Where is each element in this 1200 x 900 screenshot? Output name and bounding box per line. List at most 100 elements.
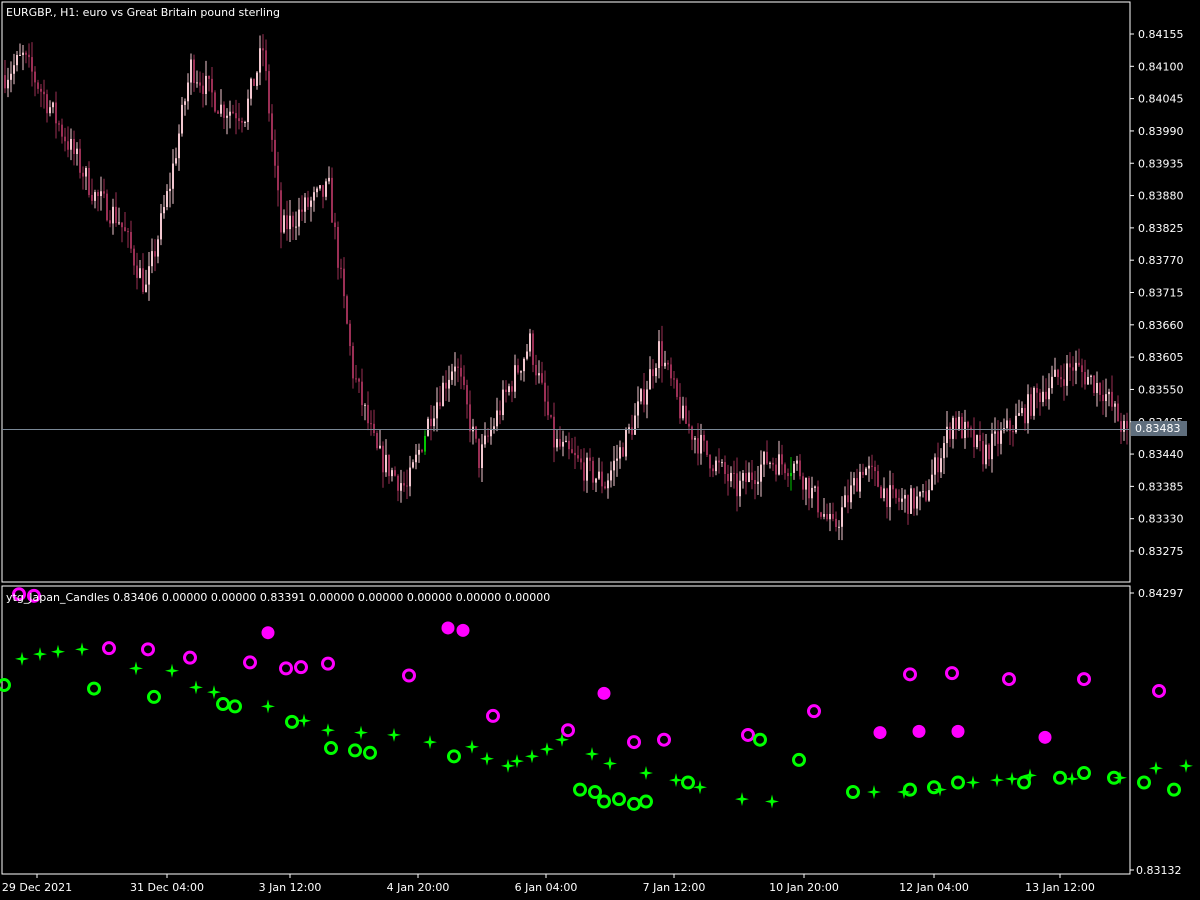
candle-body xyxy=(634,415,636,435)
candle-body xyxy=(355,378,357,380)
candle-body xyxy=(646,389,648,405)
candle-body xyxy=(1087,376,1089,385)
candle-body xyxy=(337,226,339,268)
candle-body xyxy=(238,118,240,122)
candle-body xyxy=(631,427,633,435)
candle-body xyxy=(934,457,936,475)
candle-body xyxy=(826,514,828,520)
candle-body xyxy=(202,85,204,94)
candle-body xyxy=(439,402,441,407)
candle-body xyxy=(841,507,843,527)
candle-body xyxy=(34,71,36,83)
price-tick-label: 0.83275 xyxy=(1138,545,1184,558)
price-tick-label: 0.83880 xyxy=(1138,190,1184,203)
candle-body xyxy=(187,82,189,102)
candle-body xyxy=(955,417,957,430)
candle-body xyxy=(4,75,6,89)
candle-body xyxy=(289,215,291,230)
candle-body xyxy=(193,59,195,83)
candle-body xyxy=(250,78,252,99)
candle-body xyxy=(580,458,582,463)
price-tick-label: 0.83330 xyxy=(1138,513,1184,526)
candle-body xyxy=(73,138,75,155)
candle-body xyxy=(1060,377,1062,380)
candle-body xyxy=(22,52,24,55)
price-tick-label: 0.83440 xyxy=(1138,448,1184,461)
trading-chart[interactable]: EURGBP., H1: euro vs Great Britain pound… xyxy=(0,0,1200,900)
candle-body xyxy=(637,401,639,416)
candle-body xyxy=(571,449,573,453)
candle-body xyxy=(976,435,978,448)
candle-body xyxy=(268,71,270,114)
candle-body xyxy=(733,472,735,474)
price-tick-label: 0.83660 xyxy=(1138,319,1184,332)
candle-body xyxy=(727,473,729,482)
candle-body xyxy=(160,213,162,240)
candle-body xyxy=(1096,382,1098,393)
candle-body xyxy=(931,474,933,491)
candle-body xyxy=(127,231,129,233)
candle-body xyxy=(1021,407,1023,414)
candle-body xyxy=(640,389,642,402)
candle-body xyxy=(859,471,861,492)
candle-body xyxy=(673,378,675,380)
candle-body xyxy=(661,341,663,367)
candle-body xyxy=(262,48,264,51)
candle-body xyxy=(70,138,72,150)
candle-body xyxy=(619,447,621,459)
candle-body xyxy=(274,139,276,166)
candle-body xyxy=(430,418,432,427)
price-tick-label: 0.83715 xyxy=(1138,287,1184,300)
candle-body xyxy=(463,376,465,386)
candle-body xyxy=(610,470,612,481)
candle-body xyxy=(682,405,684,419)
candle-body xyxy=(748,472,750,483)
main-chart-title: EURGBP., H1: euro vs Great Britain pound… xyxy=(6,6,280,19)
candle-body xyxy=(121,222,123,228)
candle-body xyxy=(310,200,312,207)
candle-body xyxy=(742,473,744,481)
candle-body xyxy=(142,268,144,293)
candle-body xyxy=(277,165,279,191)
candle-body xyxy=(892,485,894,490)
candle-body xyxy=(31,57,33,72)
candle-body xyxy=(940,458,942,473)
indicator-tick-top: 0.84297 xyxy=(1138,587,1184,600)
candle-body xyxy=(367,404,369,424)
candle-body xyxy=(169,188,171,192)
time-tick-label: 29 Dec 2021 xyxy=(2,881,72,894)
candle-body xyxy=(991,433,993,460)
candle-body xyxy=(244,122,246,124)
candle-body xyxy=(85,167,87,177)
candle-body xyxy=(562,441,564,447)
candle-body xyxy=(28,54,30,58)
candle-body xyxy=(43,91,45,95)
candle-body xyxy=(583,462,585,481)
candle-body xyxy=(481,444,483,468)
candle-body xyxy=(178,133,180,159)
candle-body xyxy=(400,483,402,491)
candle-body xyxy=(529,333,531,352)
candle-body xyxy=(1027,394,1029,424)
candle-body xyxy=(136,265,138,278)
time-tick-label: 13 Jan 12:00 xyxy=(1025,881,1095,894)
price-tick-label: 0.84155 xyxy=(1138,28,1184,41)
candle-body xyxy=(391,470,393,477)
candle-body xyxy=(577,455,579,459)
candle-body xyxy=(796,460,798,464)
candle-body xyxy=(868,465,870,469)
candle-body xyxy=(388,454,390,477)
candle-body xyxy=(1090,375,1092,377)
candle-body xyxy=(1036,387,1038,393)
candle-body xyxy=(655,368,657,377)
candle-body xyxy=(520,371,522,373)
candle-body xyxy=(100,191,102,197)
candle-body xyxy=(445,382,447,389)
candle-body xyxy=(1120,421,1122,432)
candle-body xyxy=(148,266,150,285)
candle-body xyxy=(508,386,510,393)
candle-body xyxy=(559,439,561,447)
candle-body xyxy=(328,177,330,182)
candle-body xyxy=(466,385,468,405)
candle-body xyxy=(433,418,435,427)
